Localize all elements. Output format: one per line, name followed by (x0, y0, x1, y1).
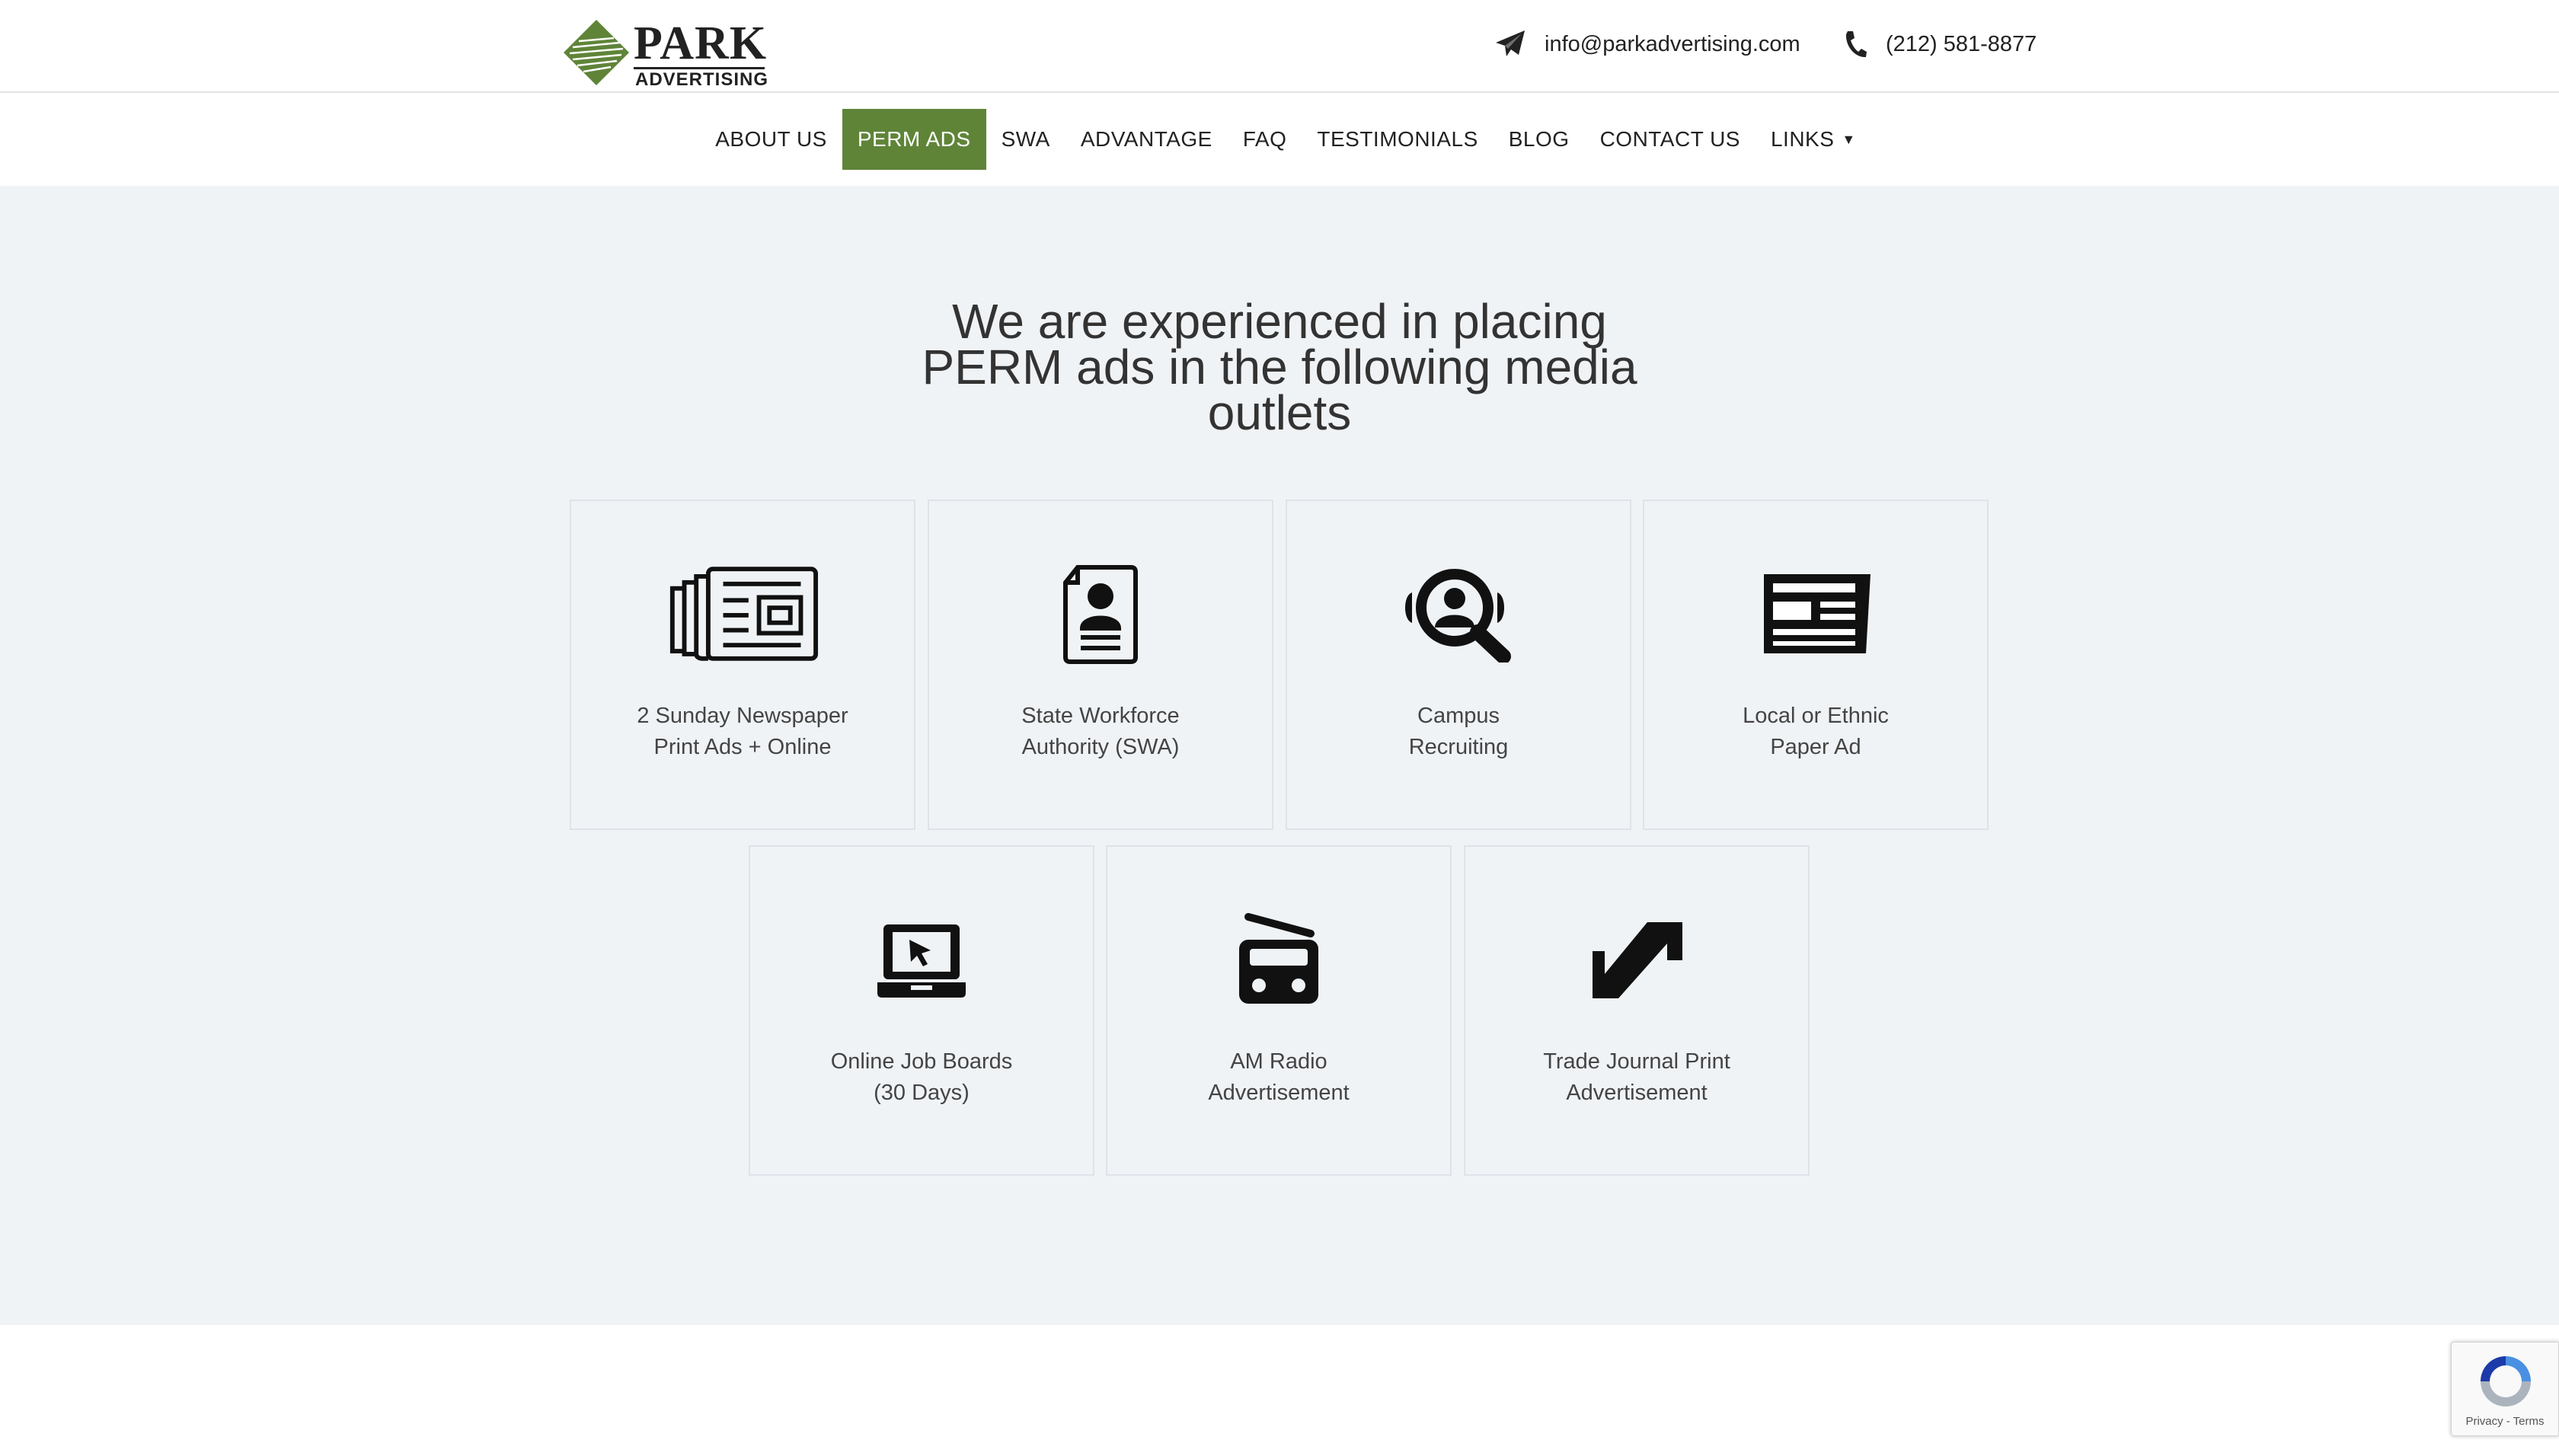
outlet-card-online-job-boards[interactable]: Online Job Boards (30 Days) (749, 845, 1094, 1176)
logo-wordmark: PARK (634, 18, 768, 69)
email-contact[interactable]: info@parkadvertising.com (1494, 26, 1800, 62)
nav-items: ABOUT US PERM ADS SWA ADVANTAGE FAQ TEST… (700, 109, 1871, 170)
card-label: 2 Sunday Newspaper Print Ads + Online (637, 704, 848, 759)
site-logo[interactable]: PARK ADVERTISING (562, 17, 769, 90)
nav-item-perm-ads[interactable]: PERM ADS (842, 109, 986, 170)
main-nav: ABOUT US PERM ADS SWA ADVANTAGE FAQ TEST… (0, 93, 2559, 186)
paper-plane-icon (1496, 30, 1525, 56)
nav-label: ABOUT US (715, 127, 827, 151)
diamond-logo-icon (564, 20, 629, 85)
nav-label: PERM ADS (857, 127, 971, 151)
outlet-card-swa[interactable]: State Workforce Authority (SWA) (928, 500, 1273, 830)
nav-item-faq[interactable]: FAQ (1228, 109, 1302, 170)
site-header: PARK ADVERTISING info@parkadvertising.co… (0, 0, 2559, 93)
recaptcha-links[interactable]: Privacy - Terms (2452, 1415, 2558, 1428)
email-link[interactable]: info@parkadvertising.com (1545, 32, 1800, 57)
heading-line: We are experienced in placing (952, 294, 1607, 349)
laptop-cursor-icon (845, 908, 998, 1011)
card-label: State Workforce Authority (SWA) (1021, 704, 1180, 759)
media-outlets-section: We are experienced in placing PERM ads i… (0, 186, 2559, 1325)
phone-link[interactable]: (212) 581-8877 (1886, 32, 2037, 57)
logo-subtitle: ADVERTISING (635, 69, 769, 90)
outlet-card-trade-journal[interactable]: Trade Journal Print Advertisement (1464, 845, 1810, 1176)
recaptcha-icon (2476, 1352, 2535, 1415)
nav-item-testimonials[interactable]: TESTIMONIALS (1302, 109, 1493, 170)
nav-label: BLOG (1508, 127, 1570, 151)
nav-item-about-us[interactable]: ABOUT US (700, 109, 842, 170)
heading-line: outlets (1207, 385, 1352, 440)
nav-label: ADVANTAGE (1080, 127, 1212, 151)
recaptcha-badge[interactable]: Privacy - Terms (2451, 1342, 2559, 1436)
nav-label: TESTIMONIALS (1317, 127, 1478, 151)
card-label: Local or Ethnic Paper Ad (1743, 704, 1889, 759)
outlet-card-local-paper[interactable]: Local or Ethnic Paper Ad (1643, 500, 1989, 830)
nav-label: CONTACT US (1599, 127, 1740, 151)
outlet-card-am-radio[interactable]: AM Radio Advertisement (1106, 845, 1452, 1176)
nav-label: FAQ (1242, 127, 1287, 151)
section-heading: We are experienced in placing PERM ads i… (823, 294, 1736, 440)
card-label: Campus Recruiting (1408, 704, 1509, 759)
heading-line: PERM ads in the following media (922, 340, 1637, 394)
newspaper-icon (666, 562, 819, 666)
card-label: AM Radio Advertisement (1208, 1049, 1350, 1105)
phone-icon (1845, 31, 1867, 58)
nav-item-blog[interactable]: BLOG (1494, 109, 1585, 170)
card-label: Online Job Boards (30 Days) (830, 1049, 1013, 1105)
nav-label: LINKS (1770, 127, 1835, 151)
nav-item-swa[interactable]: SWA (986, 109, 1065, 170)
nav-label: SWA (1001, 127, 1050, 151)
card-label: Trade Journal Print Advertisement (1543, 1049, 1730, 1105)
caret-down-icon: ▼ (1842, 131, 1856, 147)
search-person-icon (1382, 562, 1535, 666)
news-page-icon (1740, 562, 1892, 666)
id-document-icon (1024, 562, 1177, 666)
journal-pen-icon (1561, 908, 1713, 1011)
footer-strip (0, 1325, 2559, 1456)
outlet-card-newspaper[interactable]: 2 Sunday Newspaper Print Ads + Online (570, 500, 915, 830)
phone-contact[interactable]: (212) 581-8877 (1843, 26, 2037, 62)
nav-item-advantage[interactable]: ADVANTAGE (1065, 109, 1228, 170)
outlet-card-campus[interactable]: Campus Recruiting (1286, 500, 1631, 830)
radio-icon (1203, 908, 1355, 1011)
nav-item-links[interactable]: LINKS ▼ (1756, 109, 1871, 170)
nav-item-contact-us[interactable]: CONTACT US (1585, 109, 1756, 170)
